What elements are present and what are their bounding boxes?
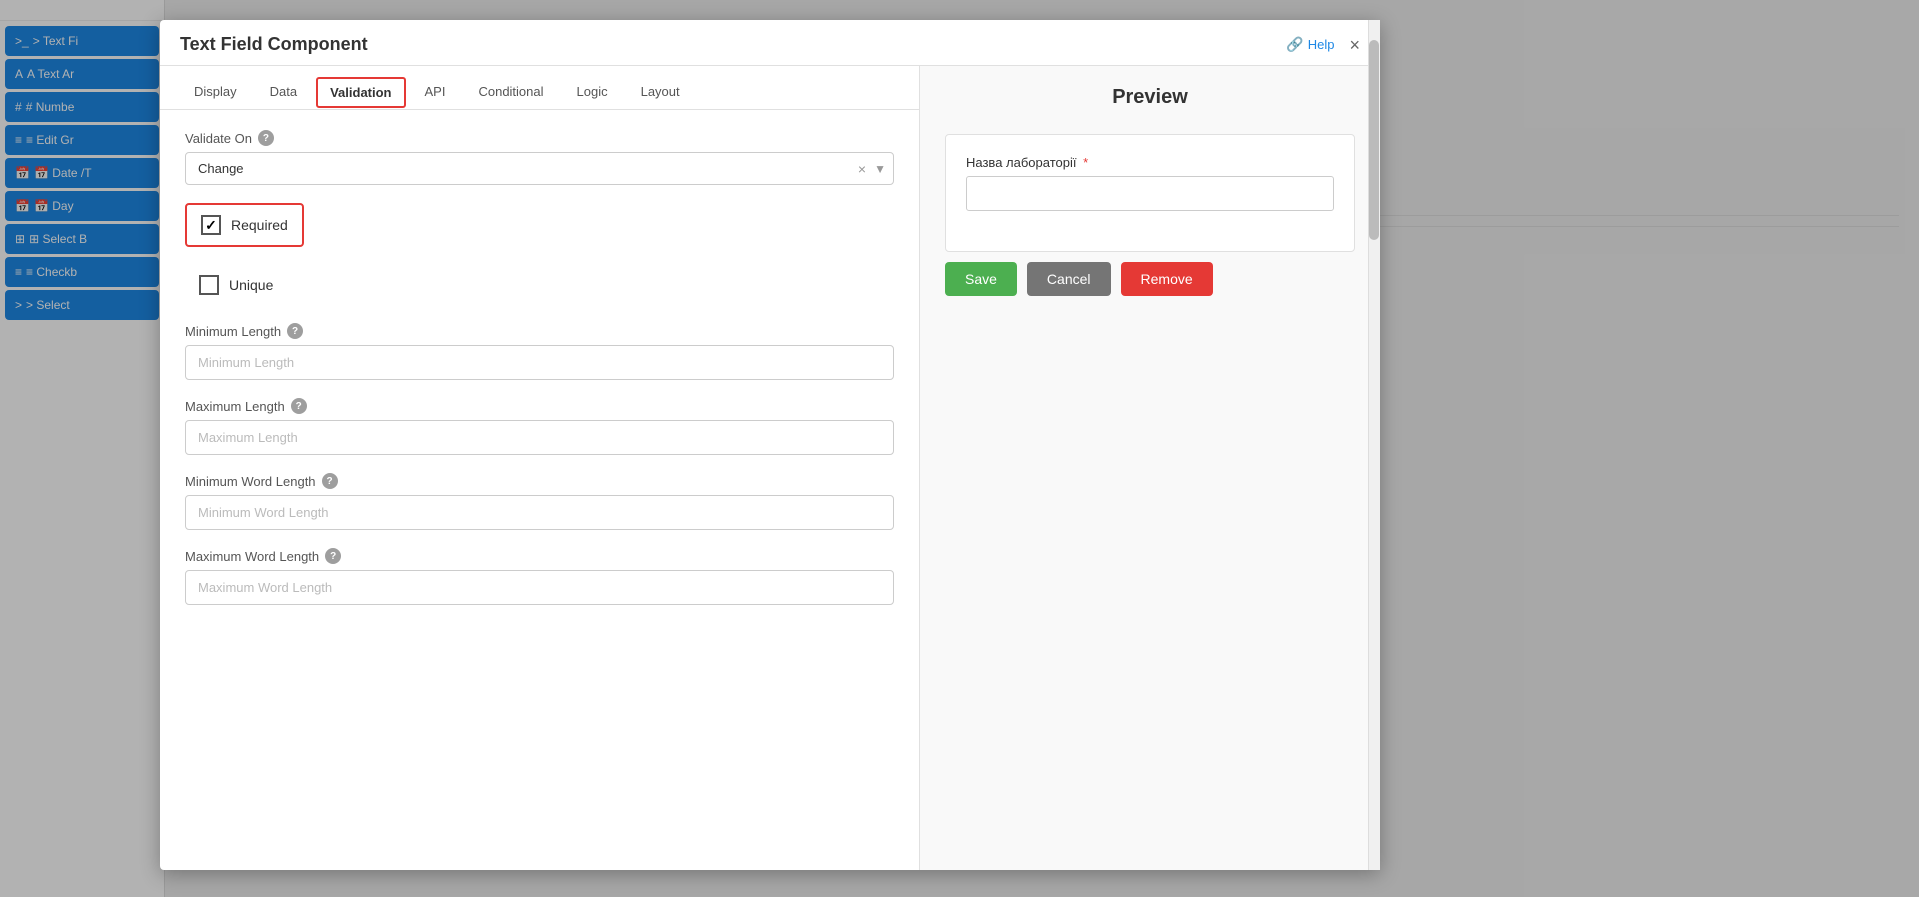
max-word-length-label: Maximum Word Length ? (185, 548, 894, 564)
unique-checkbox-group[interactable]: Unique (185, 265, 287, 305)
min-word-length-input[interactable] (185, 495, 894, 530)
save-button[interactable]: Save (945, 262, 1017, 296)
tabs-bar: Display Data Validation API Conditional … (160, 66, 919, 110)
min-word-info-icon: ? (322, 473, 338, 489)
select-clear-icon[interactable]: × (858, 161, 866, 177)
max-word-length-input[interactable] (185, 570, 894, 605)
required-label: Required (231, 217, 288, 233)
validate-on-info-icon: ? (258, 130, 274, 146)
required-checkbox[interactable]: ✓ (201, 215, 221, 235)
cancel-button[interactable]: Cancel (1027, 262, 1111, 296)
modal-header-right: 🔗 Help × (1286, 36, 1360, 54)
remove-button[interactable]: Remove (1121, 262, 1213, 296)
modal-body: Display Data Validation API Conditional … (160, 66, 1380, 870)
tab-layout[interactable]: Layout (627, 76, 694, 109)
min-length-group: Minimum Length ? (185, 323, 894, 380)
validate-on-group: Validate On ? Change × ▼ (185, 130, 894, 185)
modal-header: Text Field Component 🔗 Help × (160, 20, 1380, 66)
min-length-input[interactable] (185, 345, 894, 380)
validate-on-select[interactable]: Change (185, 152, 894, 185)
max-length-input[interactable] (185, 420, 894, 455)
preview-input-field[interactable] (966, 176, 1334, 211)
validate-on-select-wrapper: Change × ▼ (185, 152, 894, 185)
required-star: * (1083, 155, 1088, 170)
max-length-group: Maximum Length ? (185, 398, 894, 455)
max-word-length-group: Maximum Word Length ? (185, 548, 894, 605)
form-content: Validate On ? Change × ▼ ✓ (160, 110, 919, 870)
close-button[interactable]: × (1349, 36, 1360, 54)
scrollbar-thumb (1369, 66, 1379, 240)
max-length-info-icon: ? (291, 398, 307, 414)
left-panel: Display Data Validation API Conditional … (160, 66, 920, 870)
preview-actions: Save Cancel Remove (945, 262, 1355, 296)
right-panel: Preview Назва лабораторії * Save Cancel … (920, 66, 1380, 870)
validate-on-label: Validate On ? (185, 130, 894, 146)
max-length-label: Maximum Length ? (185, 398, 894, 414)
help-link[interactable]: 🔗 Help (1286, 36, 1334, 53)
tab-data[interactable]: Data (256, 76, 311, 109)
min-word-length-label: Minimum Word Length ? (185, 473, 894, 489)
tab-logic[interactable]: Logic (563, 76, 622, 109)
min-length-label: Minimum Length ? (185, 323, 894, 339)
tab-api[interactable]: API (411, 76, 460, 109)
modal-dialog: Text Field Component 🔗 Help × Display Da… (160, 20, 1380, 870)
required-checkbox-group[interactable]: ✓ Required (185, 203, 304, 247)
tab-conditional[interactable]: Conditional (464, 76, 557, 109)
modal-scrollbar[interactable] (1368, 66, 1380, 870)
help-icon: 🔗 (1286, 36, 1303, 53)
min-word-length-group: Minimum Word Length ? (185, 473, 894, 530)
checkmark-icon: ✓ (205, 217, 217, 234)
unique-label: Unique (229, 277, 273, 293)
min-length-info-icon: ? (287, 323, 303, 339)
preview-title: Preview (945, 86, 1355, 109)
modal-title: Text Field Component (180, 34, 368, 55)
preview-card: Назва лабораторії * (945, 134, 1355, 252)
tab-display[interactable]: Display (180, 76, 251, 109)
max-word-info-icon: ? (325, 548, 341, 564)
tab-validation[interactable]: Validation (316, 77, 405, 108)
unique-checkbox[interactable] (199, 275, 219, 295)
preview-field-label: Назва лабораторії * (966, 155, 1334, 170)
